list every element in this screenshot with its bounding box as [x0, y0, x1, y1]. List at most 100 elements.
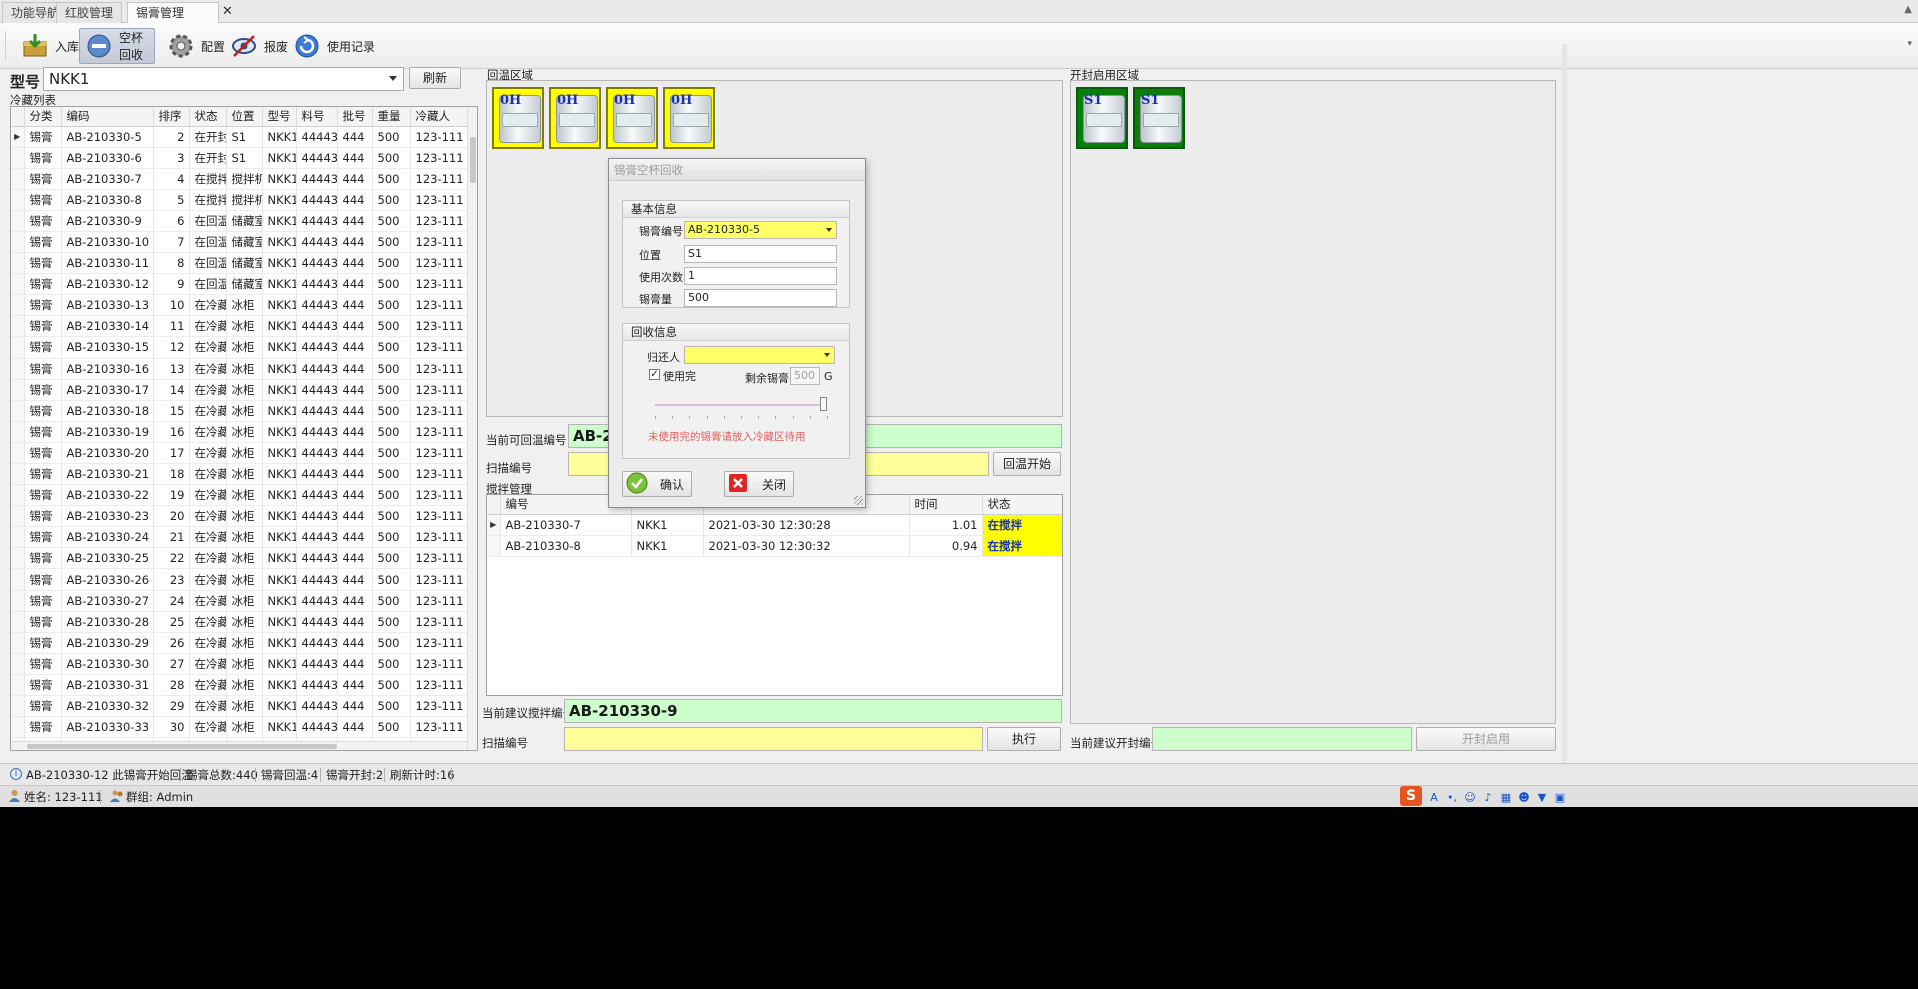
table-row[interactable]: 锡膏AB-210330-85在搅拌搅拌机NKK1444434444500123-…: [11, 189, 470, 211]
table-row[interactable]: 锡膏AB-210330-1916在冷藏冰柜NKK1444434444500123…: [11, 421, 470, 443]
column-header[interactable]: 批号: [337, 107, 373, 127]
ime-keyboard-icon[interactable]: ▦: [1498, 788, 1514, 806]
table-row[interactable]: 锡膏AB-210330-96在回温储藏室NKK1444434444500123-…: [11, 210, 470, 232]
table-row[interactable]: 锡膏AB-210330-1613在冷藏冰柜NKK1444434444500123…: [11, 358, 470, 380]
solder-jar-icon[interactable]: 0H: [663, 87, 715, 149]
column-header[interactable]: 重量: [372, 107, 411, 127]
table-row[interactable]: 锡膏AB-210330-1512在冷藏冰柜NKK1444434444500123…: [11, 336, 470, 359]
solder-jar-icon[interactable]: 0H: [606, 87, 658, 149]
remain-slider-track[interactable]: [655, 404, 827, 406]
h-scroll-thumb[interactable]: [27, 744, 337, 749]
table-row[interactable]: 锡膏AB-210330-129在回温储藏室NKK1444434444500123…: [11, 273, 470, 296]
grid-horizontal-scrollbar[interactable]: [11, 741, 467, 750]
execute-button[interactable]: 执行: [987, 727, 1061, 751]
table-row[interactable]: 锡膏AB-210330-2724在冷藏冰柜NKK1444434444500123…: [11, 590, 470, 612]
table-row[interactable]: 锡膏AB-210330-2522在冷藏冰柜NKK1444434444500123…: [11, 547, 470, 570]
table-row[interactable]: 锡膏AB-210330-3027在冷藏冰柜NKK1444434444500123…: [11, 653, 470, 675]
tab-red-glue[interactable]: 红胶管理: [56, 2, 123, 23]
scrap-button[interactable]: 报废: [225, 28, 293, 64]
model-select[interactable]: NKK1: [43, 67, 404, 91]
table-row[interactable]: 锡膏AB-210330-63在开封S1NKK1444434444500123-1…: [11, 147, 470, 169]
table-row[interactable]: 锡膏AB-210330-2017在冷藏冰柜NKK1444434444500123…: [11, 442, 470, 465]
ime-mic-icon[interactable]: ♪: [1480, 788, 1496, 806]
ime-punct-icon[interactable]: •,: [1444, 788, 1460, 806]
column-header[interactable]: 位置: [226, 107, 263, 127]
stir-row[interactable]: AB-210330-8 NKK1 2021-03-30 12:30:32 0.94 在搅…: [487, 535, 1062, 557]
ime-grid-icon[interactable]: ▣: [1552, 788, 1568, 806]
table-cell: 123-111: [410, 484, 470, 507]
close-button[interactable]: 关闭: [724, 471, 794, 497]
location-field[interactable]: S1: [684, 245, 837, 263]
table-row[interactable]: 锡膏AB-210330-2825在冷藏冰柜NKK1444434444500123…: [11, 611, 470, 633]
open-start-button[interactable]: 开封启用: [1416, 727, 1556, 751]
tab-scroll-icon[interactable]: ▲: [1904, 4, 1912, 15]
table-row[interactable]: 锡膏AB-210330-2320在冷藏冰柜NKK1444434444500123…: [11, 505, 470, 528]
table-cell: 冰柜: [226, 484, 263, 507]
table-row[interactable]: 锡膏AB-210330-118在回温储藏室NKK1444434444500123…: [11, 252, 470, 275]
table-row[interactable]: 锡膏AB-210330-1411在冷藏冰柜NKK1444434444500123…: [11, 315, 470, 338]
column-header[interactable]: 编码: [61, 107, 154, 127]
solder-jar-icon[interactable]: S1: [1133, 87, 1185, 149]
resize-grip-icon[interactable]: [854, 496, 863, 505]
empty-cup-recycle-button[interactable]: 空杯回收: [79, 28, 155, 64]
table-row[interactable]: ▶锡膏AB-210330-52在开封S1NKK1444434444500123-…: [11, 126, 470, 148]
ime-emoji-icon[interactable]: ☺: [1462, 788, 1478, 806]
table-cell: 444: [337, 421, 373, 443]
used-up-checkbox[interactable]: ✓: [649, 369, 660, 380]
solder-jar-icon[interactable]: S1: [1076, 87, 1128, 149]
remain-slider-thumb[interactable]: [820, 397, 827, 411]
grid-vertical-scrollbar[interactable]: [467, 107, 477, 750]
toolbar-overflow-icon[interactable]: ▾: [1907, 39, 1912, 49]
table-row[interactable]: 锡膏AB-210330-1714在冷藏冰柜NKK1444434444500123…: [11, 379, 470, 401]
table-row[interactable]: 锡膏AB-210330-2623在冷藏冰柜NKK1444434444500123…: [11, 568, 470, 591]
stir-column-header[interactable]: 状态: [982, 495, 1062, 515]
dialog-title[interactable]: 锡膏空杯回收: [609, 159, 865, 181]
rewarm-start-button[interactable]: 回温开始: [993, 452, 1061, 476]
table-row[interactable]: 锡膏AB-210330-3229在冷藏冰柜NKK1444434444500123…: [11, 695, 470, 718]
ime-user-icon[interactable]: ☻: [1516, 788, 1532, 806]
ime-skin-icon[interactable]: ▼: [1534, 788, 1550, 806]
table-row[interactable]: 锡膏AB-210330-74在搅拌搅拌机NKK1444434444500123-…: [11, 168, 470, 190]
table-row[interactable]: 锡膏AB-210330-1310在冷藏冰柜NKK1444434444500123…: [11, 294, 470, 317]
scroll-thumb[interactable]: [470, 137, 476, 183]
table-row[interactable]: 锡膏AB-210330-2118在冷藏冰柜NKK1444434444500123…: [11, 463, 470, 486]
table-row[interactable]: 锡膏AB-210330-1815在冷藏冰柜NKK1444434444500123…: [11, 400, 470, 422]
config-button[interactable]: 配置: [162, 28, 230, 64]
column-header[interactable]: 分类: [24, 107, 62, 127]
table-row[interactable]: 锡膏AB-210330-2926在冷藏冰柜NKK1444434444500123…: [11, 632, 470, 654]
column-header[interactable]: 冷藏人: [410, 107, 470, 127]
stir-row[interactable]: ▶ AB-210330-7 NKK1 2021-03-30 12:30:28 1.01 在…: [487, 514, 1062, 536]
right-edge-splitter[interactable]: [1562, 44, 1567, 764]
table-row[interactable]: 锡膏AB-210330-2421在冷藏冰柜NKK1444434444500123…: [11, 526, 470, 549]
use-count-field[interactable]: 1: [684, 267, 837, 285]
code-select[interactable]: AB-210330-5: [684, 221, 837, 239]
table-row[interactable]: 锡膏AB-210330-2219在冷藏冰柜NKK1444434444500123…: [11, 484, 470, 507]
solder-jar-icon[interactable]: 0H: [492, 87, 544, 149]
column-header[interactable]: 状态: [189, 107, 227, 127]
column-header[interactable]: 料号: [296, 107, 338, 127]
table-row[interactable]: 锡膏AB-210330-107在回温储藏室NKK1444434444500123…: [11, 231, 470, 254]
table-cell: 在回温: [189, 252, 227, 275]
stir-scan-input[interactable]: [564, 727, 983, 751]
table-cell: 锡膏: [24, 336, 62, 359]
table-row[interactable]: 锡膏AB-210330-3330在冷藏冰柜NKK1444434444500123…: [11, 716, 470, 739]
table-row[interactable]: 锡膏AB-210330-3128在冷藏冰柜NKK1444434444500123…: [11, 674, 470, 697]
refresh-button[interactable]: 刷新: [409, 67, 461, 89]
table-cell: 22: [153, 547, 190, 570]
table-cell: 锡膏: [24, 463, 62, 486]
status-refresh-timer: 刷新计时:16: [390, 768, 455, 782]
returner-select[interactable]: [684, 346, 835, 364]
remain-field[interactable]: 500: [790, 367, 820, 385]
ime-logo-icon[interactable]: S: [1400, 786, 1422, 806]
confirm-button[interactable]: 确认: [622, 471, 692, 497]
close-tab-icon[interactable]: ✕: [222, 2, 233, 22]
tab-solder-paste[interactable]: 锡膏管理: [127, 2, 219, 23]
usage-record-button[interactable]: 使用记录: [288, 28, 380, 64]
solder-jar-icon[interactable]: 0H: [549, 87, 601, 149]
amount-field[interactable]: 500: [684, 289, 837, 307]
ime-lang-icon[interactable]: A: [1426, 788, 1442, 806]
stock-in-button[interactable]: 入库: [16, 28, 84, 64]
stir-column-header[interactable]: 时间: [909, 495, 983, 515]
column-header[interactable]: 型号: [262, 107, 297, 127]
column-header[interactable]: 排序: [153, 107, 190, 127]
